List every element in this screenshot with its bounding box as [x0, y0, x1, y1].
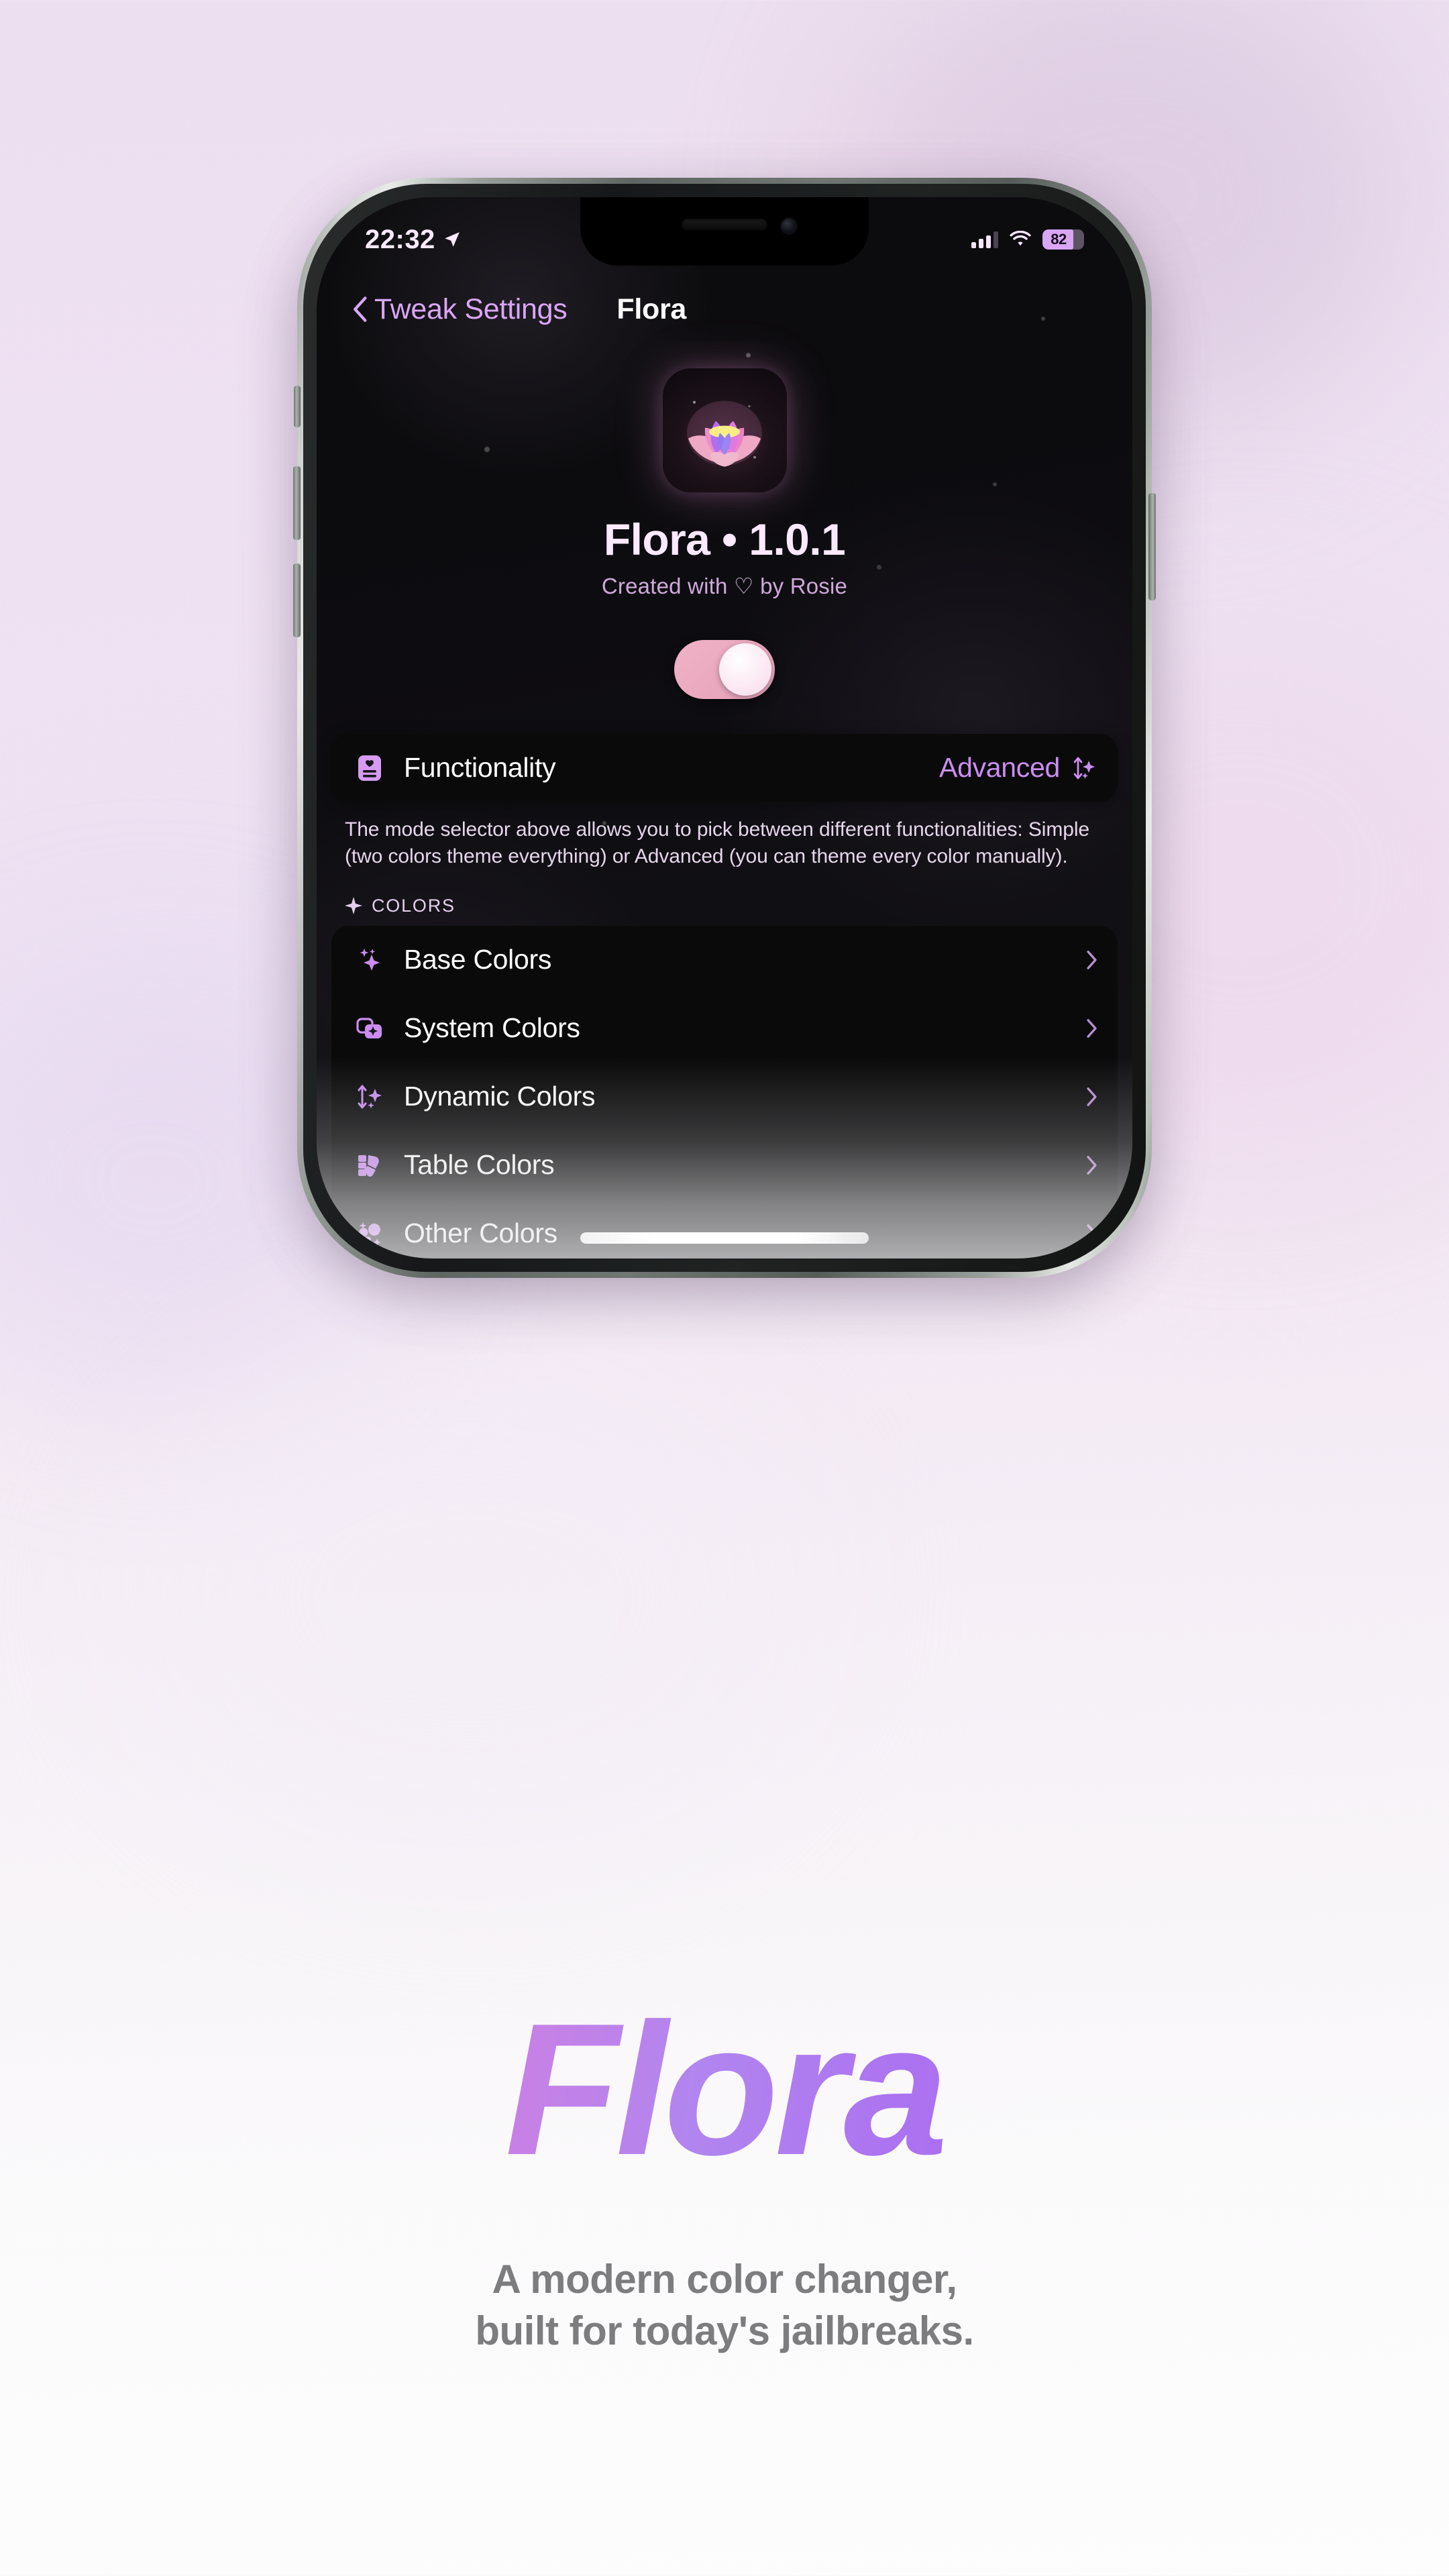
clock: 22:32: [365, 224, 435, 254]
toggle-knob: [719, 643, 771, 696]
list-item-label: Dynamic Colors: [404, 1081, 596, 1112]
volume-up-button[interactable]: [293, 466, 301, 540]
volume-down-button[interactable]: [293, 564, 301, 637]
list-item-other-colors[interactable]: Other Colors: [331, 1199, 1118, 1258]
tagline-line-2: built for today's jailbreaks.: [475, 2308, 974, 2353]
location-arrow-icon: [444, 232, 460, 247]
app-credit-suffix: by Rosie: [760, 574, 848, 598]
chevron-right-icon: [1087, 950, 1097, 969]
phone-screen: 22:32 82 Tweak Settings Flora Flora • 1.…: [317, 197, 1132, 1258]
functionality-card: Functionality Advanced: [331, 734, 1118, 802]
app-credit: Created with ♡ by Rosie: [317, 573, 1132, 599]
enable-toggle-container: [317, 640, 1132, 699]
list-item-label: Table Colors: [404, 1149, 555, 1181]
app-header: Flora • 1.0.1 Created with ♡ by Rosie: [317, 368, 1132, 599]
wifi-icon: [1010, 231, 1031, 246]
functionality-value: Advanced: [939, 752, 1060, 783]
sparkles-icon: [352, 944, 388, 976]
back-button-label: Tweak Settings: [374, 292, 568, 325]
list-item-system-colors[interactable]: System Colors: [331, 994, 1118, 1063]
phone-mockup: 22:32 82 Tweak Settings Flora Flora • 1.…: [293, 178, 1156, 1278]
functionality-label: Functionality: [404, 752, 556, 783]
power-button[interactable]: [1148, 493, 1156, 600]
chevron-right-icon: [1087, 1224, 1097, 1243]
functionality-row[interactable]: Functionality Advanced: [331, 734, 1118, 802]
app-credit-prefix: Created with: [601, 574, 728, 598]
settings-sheet: Functionality Advanced The mode selector…: [317, 734, 1132, 1258]
status-bar-left: 22:32: [365, 225, 461, 255]
background-blob: [134, 1342, 805, 1851]
page-title: Flora: [616, 292, 687, 325]
app-title: Flora • 1.0.1: [603, 515, 846, 564]
section-header-colors-label: COLORS: [372, 895, 455, 916]
battery-indicator: 82: [1042, 229, 1084, 250]
enable-tweak-toggle[interactable]: [674, 640, 775, 699]
battery-percent: 82: [1051, 231, 1067, 248]
cellular-signal-icon: [971, 231, 998, 248]
palette-swatch-icon: [352, 1149, 388, 1181]
dots-sparkle-icon: [352, 1218, 388, 1250]
chevron-right-icon: [1087, 1018, 1097, 1038]
list-item-label: Base Colors: [404, 944, 552, 975]
functionality-description: The mode selector above allows you to pi…: [345, 818, 1089, 867]
home-indicator[interactable]: [580, 1232, 869, 1244]
heart-icon: ♡: [733, 574, 754, 598]
section-header-colors: COLORS: [345, 896, 1132, 916]
phone-frame-inner: 22:32 82 Tweak Settings Flora Flora • 1.…: [303, 184, 1146, 1272]
lotus-flower-icon: [662, 368, 787, 492]
arrows-sparkle-icon: [1073, 757, 1095, 779]
card-heart-icon: [352, 753, 388, 784]
status-bar: 22:32 82: [317, 216, 1132, 263]
list-item-label: System Colors: [404, 1012, 580, 1044]
promo-tagline: A modern color changer, built for today'…: [0, 2254, 1449, 2357]
phone-frame: 22:32 82 Tweak Settings Flora Flora • 1.…: [293, 178, 1156, 1278]
chevron-right-icon: [1087, 1087, 1097, 1106]
tagline-line-1: A modern color changer,: [492, 2257, 957, 2302]
sparkle-icon: [345, 897, 362, 915]
back-button[interactable]: Tweak Settings: [352, 292, 568, 326]
status-bar-right: 82: [971, 229, 1084, 250]
mute-switch[interactable]: [294, 386, 301, 427]
windows-sparkle-icon: [352, 1012, 388, 1044]
chevron-left-icon: [354, 297, 367, 322]
list-item-table-colors[interactable]: Table Colors: [331, 1131, 1118, 1199]
list-item-base-colors[interactable]: Base Colors: [331, 926, 1118, 994]
colors-list: Base Colors System Colors Dynamic Colors…: [331, 925, 1118, 1258]
arrows-sparkle-icon: [352, 1081, 388, 1113]
navigation-bar: Tweak Settings Flora: [317, 279, 1132, 339]
flora-wordmark: Flora: [0, 1996, 1449, 2184]
list-item-dynamic-colors[interactable]: Dynamic Colors: [331, 1063, 1118, 1131]
chevron-right-icon: [1087, 1155, 1097, 1175]
